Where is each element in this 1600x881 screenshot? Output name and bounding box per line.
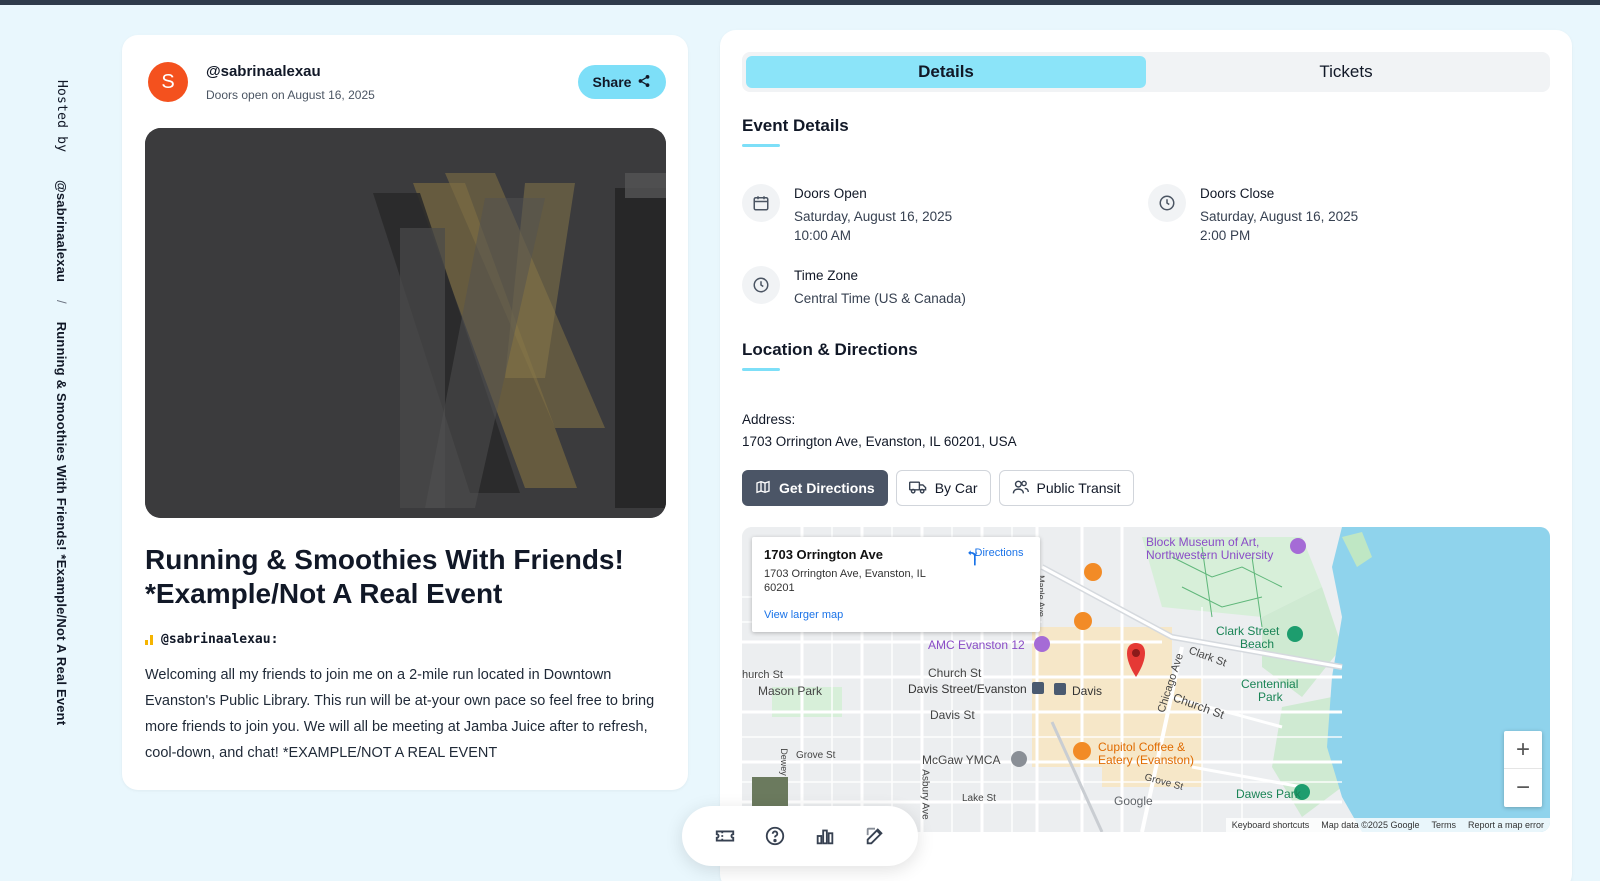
host-handle[interactable]: @sabrinaalexau: [206, 63, 321, 80]
truck-icon: [908, 479, 927, 498]
event-title: Running & Smoothies With Friends! *Examp…: [145, 544, 624, 609]
description-host-handle: @sabrinaalexau:: [161, 632, 279, 647]
view-larger-map-link[interactable]: View larger map: [764, 609, 843, 621]
map-label: Davis Street/Evanston: [908, 682, 1027, 696]
map-label: Eatery (Evanston): [1098, 753, 1195, 767]
doors-open-subtitle: Doors open on August 16, 2025: [206, 88, 375, 102]
map-directions-link[interactable]: Directions: [964, 547, 1034, 566]
avatar[interactable]: S: [148, 62, 188, 102]
vertical-breadcrumb: Hosted by @sabrinaalexau / Running & Smo…: [54, 80, 69, 725]
by-car-button[interactable]: By Car: [895, 470, 991, 506]
map-label: Northwestern University: [1146, 548, 1274, 562]
share-icon: [637, 74, 651, 91]
host-handle-link[interactable]: @sabrinaalexau: [54, 180, 69, 282]
map-label: Lake St: [962, 793, 996, 804]
doors-open-date: Saturday, August 16, 2025: [794, 209, 953, 224]
map-data-credit: Map data ©2025 Google: [1321, 820, 1420, 830]
map-zoom-controls: + −: [1504, 731, 1542, 807]
map-info-title: 1703 Orrington Ave: [764, 547, 883, 562]
keyboard-shortcuts-link[interactable]: Keyboard shortcuts: [1232, 820, 1310, 830]
map-label: Asbury Ave: [919, 769, 931, 820]
details-panel: Details Tickets Event Details Doors Open…: [720, 30, 1572, 881]
event-card: S @sabrinaalexau Doors open on August 16…: [122, 35, 688, 790]
doors-open-detail: Doors Open Saturday, August 16, 2025 10:0…: [742, 184, 952, 245]
google-map[interactable]: Block Museum of Art, Northwestern Univer…: [742, 527, 1550, 832]
users-icon: [1012, 479, 1029, 498]
share-label: Share: [592, 74, 632, 90]
map-info-card: 1703 Orrington Ave 1703 Orrington Ave, E…: [752, 537, 1040, 632]
map-label: Church St: [928, 666, 982, 680]
map-label: Cupitol Coffee &: [1098, 740, 1186, 754]
help-icon[interactable]: [764, 825, 786, 847]
doors-close-label: Doors Close: [1200, 186, 1275, 201]
share-button[interactable]: Share: [578, 65, 666, 99]
breadcrumb-event-title: Running & Smoothies With Friends! *Examp…: [54, 321, 69, 726]
clock-icon: [1148, 184, 1186, 222]
get-directions-button[interactable]: Get Directions: [742, 470, 888, 506]
heading-underline: [742, 144, 780, 147]
zoom-out-button[interactable]: −: [1504, 769, 1542, 807]
ticket-icon[interactable]: [714, 825, 736, 847]
map-label: Clark Street: [1216, 624, 1280, 638]
time-zone-detail: Time Zone Central Time (US & Canada): [742, 266, 966, 308]
time-zone-value: Central Time (US & Canada): [794, 291, 966, 306]
zoom-in-button[interactable]: +: [1504, 731, 1542, 769]
report-error-link[interactable]: Report a map error: [1468, 820, 1544, 830]
terms-link[interactable]: Terms: [1431, 820, 1456, 830]
map-footer: Keyboard shortcuts Map data ©2025 Google…: [1225, 818, 1550, 832]
edit-icon[interactable]: [864, 825, 886, 847]
map-icon: [755, 479, 771, 498]
get-directions-label: Get Directions: [779, 480, 875, 496]
directions-buttons: Get Directions By Car Public Transit: [742, 470, 1134, 506]
map-info-address: 1703 Orrington Ave, Evanston, IL 60201: [764, 568, 926, 594]
bottom-dock: [682, 806, 918, 866]
hosted-by-label: Hosted by: [54, 80, 69, 153]
tab-bar: Details Tickets: [742, 52, 1550, 92]
map-label: Dawes Park: [1236, 787, 1301, 801]
tab-tickets[interactable]: Tickets: [1146, 56, 1546, 88]
description-host: @sabrinaalexau:: [145, 632, 278, 647]
event-description: Welcoming all my friends to join me on a…: [145, 667, 655, 761]
map-label: Grove St: [796, 750, 836, 761]
map-label: McGaw YMCA: [922, 753, 1001, 767]
by-car-label: By Car: [934, 480, 978, 496]
tab-details[interactable]: Details: [746, 56, 1146, 88]
map-label: Beach: [1240, 637, 1275, 651]
address-label: Address:: [742, 412, 796, 427]
public-transit-label: Public Transit: [1036, 480, 1121, 496]
map-label: Block Museum of Art,: [1146, 535, 1260, 549]
top-bar: [0, 0, 1600, 5]
doors-open-time: 10:00 AM: [794, 228, 852, 243]
doors-close-detail: Doors Close Saturday, August 16, 2025 2:0…: [1148, 184, 1358, 245]
clock-icon: [742, 266, 780, 304]
doors-close-date: Saturday, August 16, 2025: [1200, 209, 1359, 224]
event-details-heading: Event Details: [742, 116, 849, 135]
doors-close-time: 2:00 PM: [1200, 228, 1251, 243]
doors-open-label: Doors Open: [794, 186, 867, 201]
calendar-icon: [742, 184, 780, 222]
public-transit-button[interactable]: Public Transit: [998, 470, 1134, 506]
map-label: hurch St: [742, 669, 783, 681]
map-label: Davis St: [930, 708, 975, 722]
map-label: AMC Evanston 12: [928, 638, 1025, 652]
google-logo: Google: [1114, 794, 1153, 808]
time-zone-label: Time Zone: [794, 268, 859, 283]
map-label: Mason Park: [758, 684, 823, 698]
map-label: Davis: [1072, 684, 1103, 698]
breadcrumb-separator: /: [54, 300, 69, 304]
signal-bars-icon: [145, 634, 153, 645]
bar-chart-icon[interactable]: [814, 825, 836, 847]
event-hero-image: [145, 128, 666, 518]
map-label: Park: [1258, 690, 1283, 704]
map-label: Centennial: [1241, 677, 1299, 691]
location-heading: Location & Directions: [742, 340, 918, 359]
heading-underline: [742, 368, 780, 371]
address-value: 1703 Orrington Ave, Evanston, IL 60201, …: [742, 434, 1017, 449]
map-label: Dewey: [778, 748, 789, 776]
